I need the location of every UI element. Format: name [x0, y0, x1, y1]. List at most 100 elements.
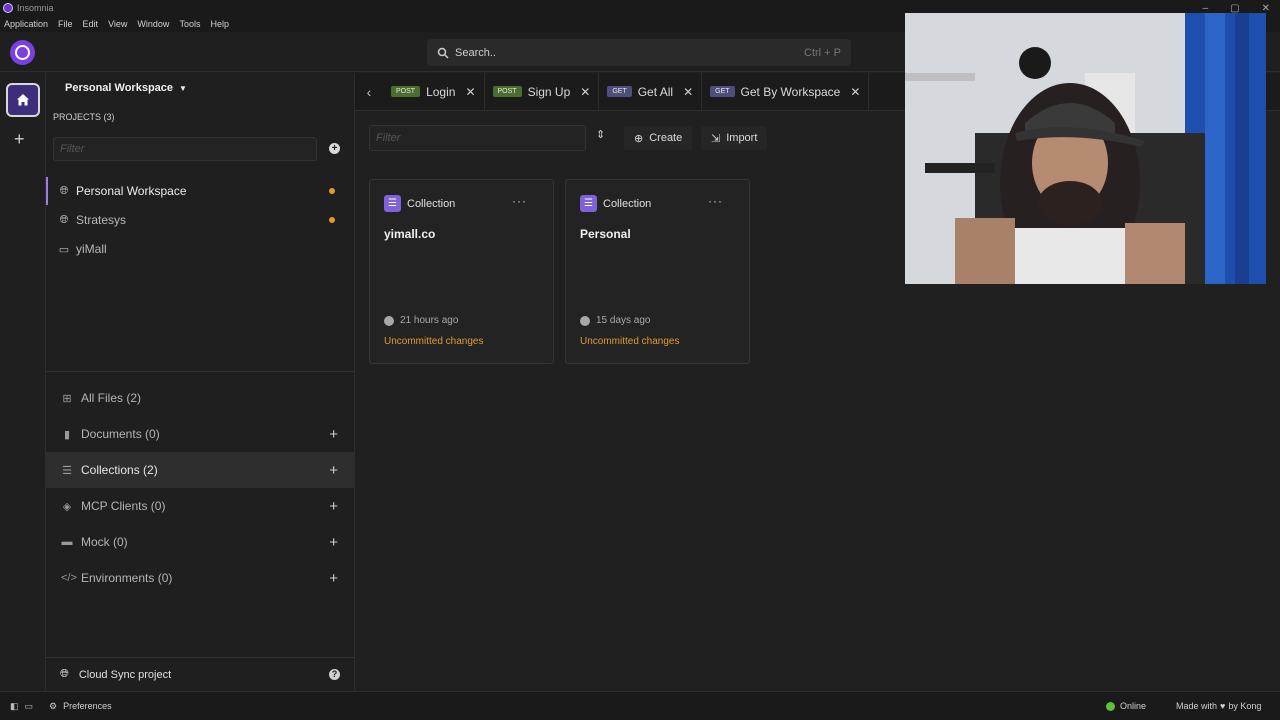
add-organization-button[interactable]: + [14, 130, 25, 148]
card-time: 15 days ago [580, 315, 651, 326]
collection-badge: ☰ Collection [580, 195, 651, 212]
project-filter[interactable] [53, 137, 317, 161]
help-icon[interactable]: ? [329, 669, 340, 680]
badge-label: Collection [407, 197, 456, 210]
category-all-files[interactable]: ⊞ All Files (2) [46, 380, 354, 416]
more-options-icon[interactable]: ··· [708, 194, 723, 208]
category-documents[interactable]: ▮ Documents (0) + [46, 416, 354, 452]
menu-application[interactable]: Application [4, 19, 48, 29]
project-label: Stratesys [76, 213, 127, 227]
sidebar-divider [46, 371, 354, 372]
tab-get-by-workspace[interactable]: GET Get By Workspace ✕ [702, 72, 870, 111]
search-bar[interactable]: Search.. Ctrl + P [427, 39, 851, 66]
sort-icon[interactable]: ⇕ [596, 128, 605, 141]
plus-circle-icon: ⊕ [634, 132, 644, 145]
category-mcp-clients[interactable]: ◈ MCP Clients (0) + [46, 488, 354, 524]
panel-toggle-icon[interactable]: ▭ [25, 701, 34, 712]
insomnia-logo[interactable] [10, 40, 35, 65]
tab-sign-up[interactable]: POST Sign Up ✕ [485, 72, 600, 111]
tab-get-all[interactable]: GET Get All ✕ [599, 72, 703, 111]
gear-icon: ⚙ [49, 700, 58, 711]
tab-login[interactable]: POST Login ✕ [383, 72, 485, 111]
globe-icon: 🌐︎ [59, 184, 69, 197]
create-button[interactable]: ⊕ Create [624, 126, 693, 150]
caret-down-icon: ▼ [179, 83, 187, 93]
grid-icon: ⊞ [62, 392, 72, 405]
category-label: MCP Clients (0) [81, 499, 166, 513]
tab-label: Get All [637, 84, 674, 99]
create-label: Create [649, 132, 683, 144]
menu-view[interactable]: View [108, 19, 127, 29]
close-icon[interactable]: ✕ [580, 85, 590, 99]
made-with-kong[interactable]: Made with ♥ by Kong [1176, 701, 1261, 711]
workspace-title: Personal Workspace [65, 82, 174, 94]
method-badge: POST [391, 86, 421, 97]
category-label: All Files (2) [81, 391, 142, 405]
projects-label: PROJECTS (3) [53, 112, 115, 122]
category-label: Collections (2) [81, 463, 158, 477]
add-environment-button[interactable]: + [329, 570, 338, 587]
chevron-left-icon[interactable]: ‹ [355, 84, 383, 100]
cloud-sync-project[interactable]: 🌐︎ Cloud Sync project ? [46, 657, 354, 691]
close-icon[interactable]: ✕ [1262, 3, 1270, 14]
online-dot-icon [1106, 701, 1115, 711]
add-project-button[interactable]: + [329, 143, 340, 154]
globe-icon: 🌐︎ [59, 213, 69, 226]
list-icon: ☰ [62, 464, 72, 477]
category-collections[interactable]: ☰ Collections (2) + [46, 452, 354, 488]
preferences-button[interactable]: ⚙ Preferences [49, 701, 112, 712]
maximize-icon[interactable]: ▢ [1230, 3, 1239, 14]
close-icon[interactable]: ✕ [683, 85, 693, 99]
minimize-icon[interactable]: – [1203, 3, 1209, 14]
workspace-selector[interactable]: Personal Workspace ▼ [65, 82, 187, 94]
project-filter-input[interactable] [54, 138, 316, 160]
clock-icon [580, 315, 590, 326]
online-status[interactable]: Online [1106, 701, 1146, 711]
import-button[interactable]: ⇲ Import [701, 126, 768, 150]
project-item-personal-workspace[interactable]: 🌐︎ Personal Workspace [46, 177, 354, 205]
close-icon[interactable]: ✕ [850, 85, 860, 99]
add-collection-button[interactable]: + [329, 462, 338, 479]
more-options-icon[interactable]: ··· [512, 194, 527, 208]
home-button[interactable] [6, 83, 40, 117]
menu-window[interactable]: Window [137, 19, 169, 29]
category-label: Mock (0) [81, 535, 128, 549]
menu-file[interactable]: File [58, 19, 73, 29]
card-time: 21 hours ago [384, 315, 458, 326]
webcam-image [905, 13, 1266, 284]
project-item-yimall[interactable]: ▭ yiMall [46, 235, 354, 263]
add-mock-button[interactable]: + [329, 534, 338, 551]
mcp-icon: ◈ [62, 500, 72, 513]
collection-badge: ☰ Collection [384, 195, 455, 212]
collection-filter[interactable] [369, 125, 586, 151]
sidebar-toggle-icon[interactable]: ◧ [10, 701, 19, 712]
online-label: Online [1120, 701, 1147, 711]
server-icon: ▬ [61, 536, 73, 548]
card-status: Uncommitted changes [580, 336, 680, 347]
menu-help[interactable]: Help [210, 19, 229, 29]
preferences-label: Preferences [63, 701, 112, 711]
project-item-stratesys[interactable]: 🌐︎ Stratesys [46, 206, 354, 234]
menu-tools[interactable]: Tools [179, 19, 200, 29]
card-time-label: 21 hours ago [400, 315, 459, 326]
category-mock[interactable]: ▬ Mock (0) + [46, 524, 354, 560]
method-badge: GET [607, 86, 632, 97]
search-icon [437, 47, 449, 59]
badge-label: Collection [603, 197, 652, 210]
category-environments[interactable]: </> Environments (0) + [46, 560, 354, 596]
globe-icon: 🌐︎ [60, 668, 69, 680]
add-mcp-client-button[interactable]: + [329, 498, 338, 515]
collection-card-personal[interactable]: ☰ Collection ··· Personal 15 days ago Un… [565, 179, 750, 364]
project-label: Personal Workspace [76, 184, 187, 198]
close-icon[interactable]: ✕ [465, 85, 475, 99]
collection-filter-input[interactable] [370, 126, 585, 150]
tab-label: Sign Up [527, 84, 571, 99]
menu-edit[interactable]: Edit [83, 19, 99, 29]
collection-card-yimall[interactable]: ☰ Collection ··· yimall.co 21 hours ago … [369, 179, 554, 364]
card-status: Uncommitted changes [384, 336, 484, 347]
window-title: Insomnia [17, 3, 54, 13]
method-badge: GET [710, 86, 735, 97]
card-name: yimall.co [384, 227, 436, 241]
document-icon: ▮ [63, 428, 71, 441]
add-document-button[interactable]: + [329, 426, 338, 443]
